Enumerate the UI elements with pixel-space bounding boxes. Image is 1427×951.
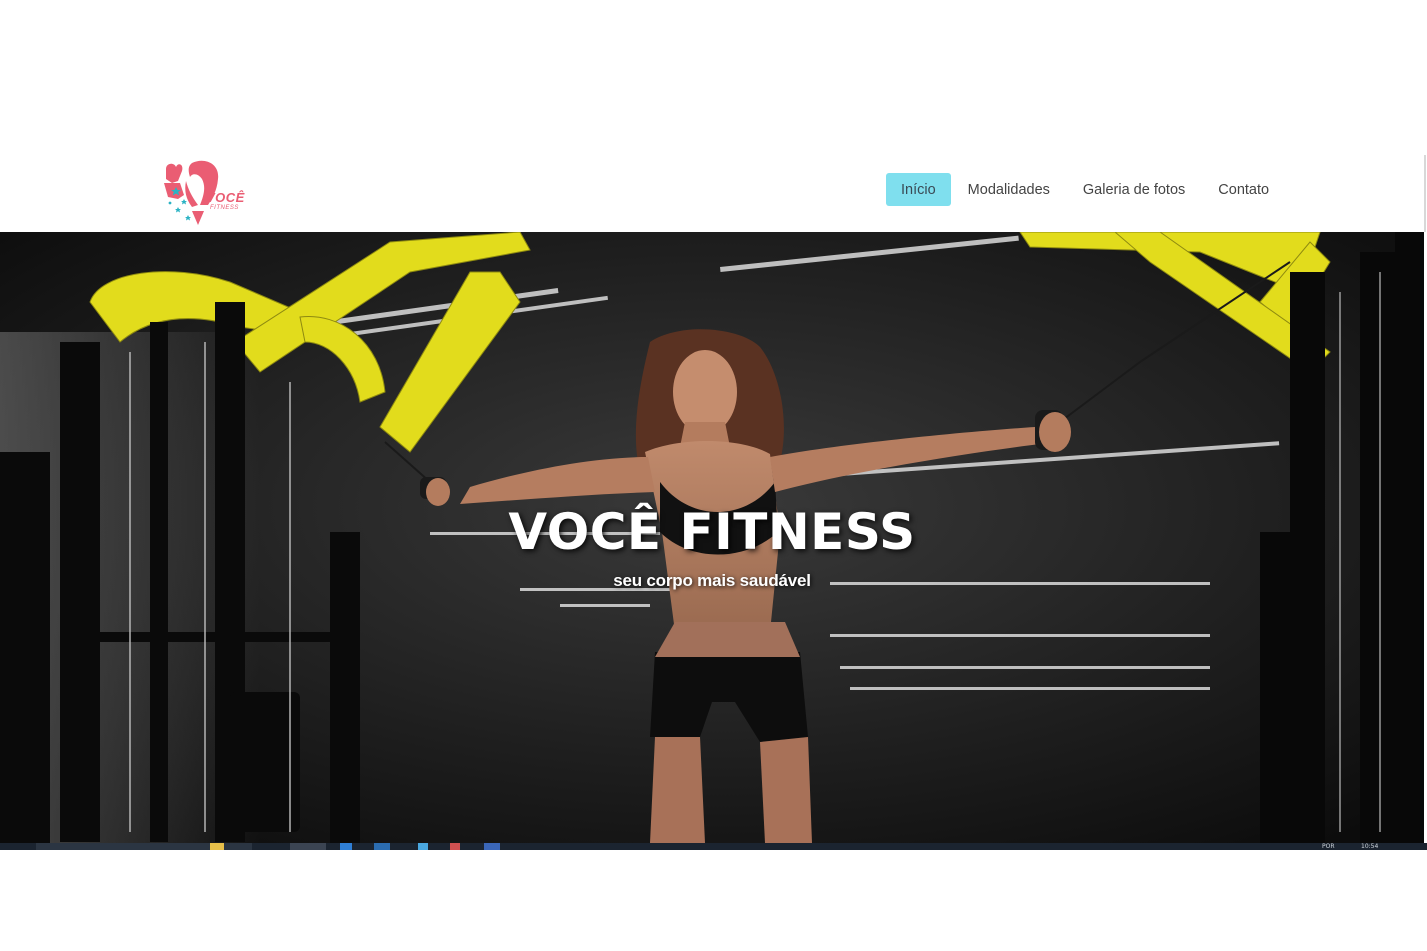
folder-icon[interactable] (210, 843, 224, 850)
nav-item-inicio[interactable]: Início (886, 173, 951, 206)
logo-subtext: FITNESS (210, 205, 239, 211)
nav-item-galeria-de-fotos[interactable]: Galeria de fotos (1067, 173, 1201, 206)
main-nav: Início Modalidades Galeria de fotos Cont… (886, 173, 1286, 206)
store-icon[interactable] (374, 843, 390, 850)
media-icon[interactable] (450, 843, 460, 850)
os-taskbar-strip: POR 10:54 (0, 843, 1427, 850)
nav-item-contato[interactable]: Contato (1202, 173, 1285, 206)
hero-title: VOCÊ FITNESS (508, 503, 916, 561)
taskbar-language[interactable]: POR (1322, 844, 1335, 850)
logo-text: VOCÊ (206, 190, 245, 205)
word-icon[interactable] (484, 843, 500, 850)
taskbar-app-icon[interactable] (290, 843, 326, 850)
hero-banner: VOCÊ FITNESS seu corpo mais saudável (0, 232, 1424, 843)
voce-fitness-logo[interactable]: VOCÊ FITNESS (162, 159, 244, 229)
nav-item-modalidades[interactable]: Modalidades (952, 173, 1066, 206)
taskbar-clock[interactable]: 10:54 (1361, 844, 1378, 850)
browser-page: VOCÊ FITNESS Início Modalidades Galeria … (0, 0, 1427, 951)
browser-icon[interactable] (340, 843, 352, 850)
site-header: VOCÊ FITNESS Início Modalidades Galeria … (0, 155, 1426, 232)
hero-subtitle: seu corpo mais saudável (613, 571, 811, 590)
mail-icon[interactable] (418, 843, 428, 850)
